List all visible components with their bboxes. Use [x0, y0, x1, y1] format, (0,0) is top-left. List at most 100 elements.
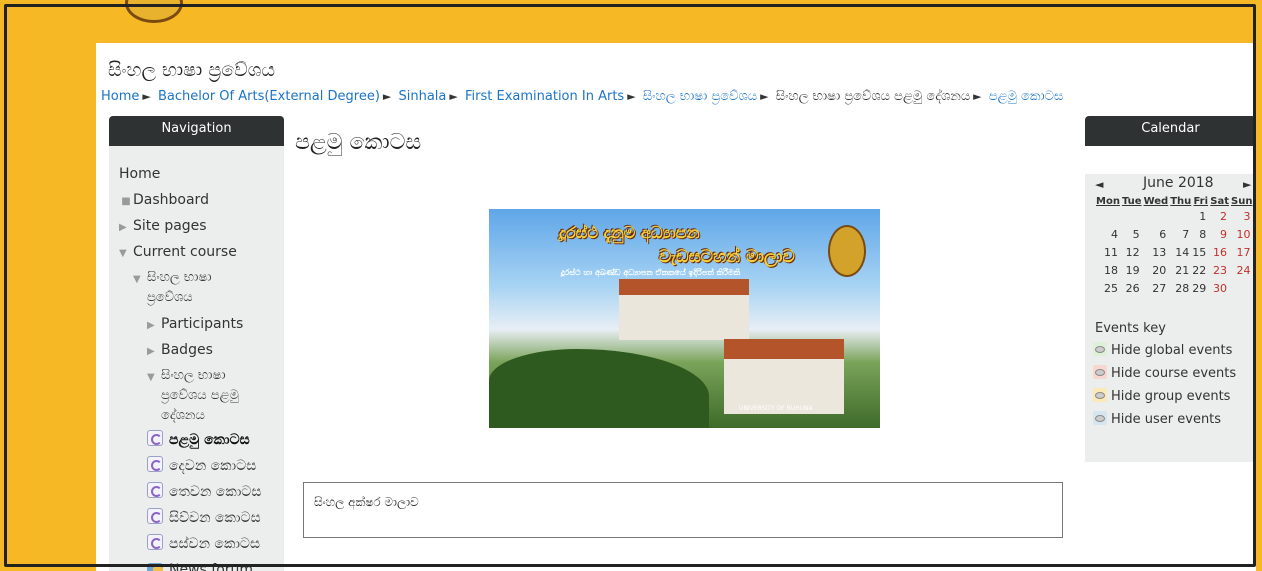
breadcrumb-home[interactable]: Home: [101, 89, 139, 104]
calendar-day: [1121, 207, 1143, 225]
events-key-label: Events key: [1095, 321, 1166, 336]
event-label: Hide user events: [1111, 412, 1222, 427]
calendar-week: 4 5 6 7 8 9 10: [1095, 225, 1253, 243]
eye-icon: [1093, 365, 1107, 379]
calendar-day: [1230, 279, 1253, 297]
calendar-month-label[interactable]: June 2018: [1143, 175, 1214, 191]
calendar-day[interactable]: 5: [1121, 225, 1143, 243]
nav-item-label: පස්වන කොටස: [169, 536, 261, 552]
banner-subtitle: දූරස්ථ හා අඛණ්ඩ අධ්‍යාපන ඒකකයේ ඉදිරිපත් …: [561, 268, 741, 277]
calendar-day[interactable]: 7: [1169, 225, 1192, 243]
calendar-block: Calendar ◄ June 2018 ► Mon Tue Wed Thu Fri Sa…: [1085, 116, 1256, 462]
weekday-header: Thu: [1170, 196, 1192, 207]
weekday-header: Sun: [1231, 196, 1253, 207]
weekday-header: Mon: [1096, 196, 1120, 207]
nav-item-course[interactable]: ▼ සිංහල භාෂා ප්‍රවේශය: [133, 268, 284, 314]
calendar-day[interactable]: 10: [1230, 225, 1253, 243]
university-logo[interactable]: [125, 0, 183, 23]
breadcrumb-separator: ►: [973, 90, 982, 103]
hide-group-events[interactable]: Hide group events: [1093, 387, 1248, 407]
nav-item-label: Site pages: [133, 218, 207, 234]
calendar-day[interactable]: 22: [1192, 261, 1209, 279]
eye-icon: [1093, 342, 1107, 356]
university-emblem: [828, 225, 866, 277]
calendar-day[interactable]: 11: [1095, 243, 1121, 261]
nav-item-label: Badges: [161, 342, 213, 358]
calendar-day[interactable]: 25: [1095, 279, 1121, 297]
nav-item-participants[interactable]: ▶ Participants: [147, 314, 284, 340]
nav-item-label: සිංහල භාෂා ප්‍රවේශය පළමු දේශනය: [161, 368, 239, 423]
calendar-week: 123: [1095, 207, 1253, 225]
collapse-arrow-icon: ▼: [119, 248, 127, 259]
resource-icon: [147, 508, 163, 524]
calendar-day[interactable]: 3: [1230, 207, 1253, 225]
calendar-day[interactable]: 21: [1169, 261, 1192, 279]
resource-icon: [147, 456, 163, 472]
calendar-day[interactable]: 6: [1143, 225, 1170, 243]
calendar-day[interactable]: 16: [1209, 243, 1230, 261]
calendar-day[interactable]: 1: [1192, 207, 1209, 225]
calendar-day[interactable]: 29: [1192, 279, 1209, 297]
calendar-day[interactable]: 30: [1209, 279, 1230, 297]
calendar-body: ◄ June 2018 ► Mon Tue Wed Thu Fri Sat Sun 1234…: [1085, 174, 1256, 462]
nav-item-home[interactable]: Home: [119, 164, 284, 190]
banner-title-line1: දූරස්ථ දැනුම අධ්‍යාපන: [559, 223, 700, 242]
calendar-day[interactable]: 23: [1209, 261, 1230, 279]
calendar-day[interactable]: 26: [1121, 279, 1143, 297]
nav-item-dashboard[interactable]: ■ Dashboard: [119, 190, 284, 216]
calendar-day[interactable]: 2: [1209, 207, 1230, 225]
breadcrumb-bachelor-of-arts[interactable]: Bachelor Of Arts(External Degree): [158, 89, 380, 104]
nav-item-resource-4[interactable]: සිව්වන කොටස: [147, 508, 284, 534]
nav-item-resource-1[interactable]: පළමු කොටස: [147, 430, 284, 456]
calendar-nav: ◄ June 2018 ►: [1085, 174, 1256, 198]
breadcrumb-current[interactable]: පළමු කොටස: [989, 89, 1064, 104]
next-month-icon[interactable]: ►: [1243, 178, 1251, 191]
calendar-day[interactable]: 19: [1121, 261, 1143, 279]
breadcrumb-first-examination[interactable]: First Examination In Arts: [465, 89, 624, 104]
nav-item-resource-3[interactable]: තෙවන කොටස: [147, 482, 284, 508]
nav-item-resource-5[interactable]: පස්වන කොටස: [147, 534, 284, 560]
previous-month-icon[interactable]: ◄: [1095, 178, 1103, 191]
expand-arrow-icon: ▶: [147, 346, 155, 357]
hide-user-events[interactable]: Hide user events: [1093, 410, 1248, 430]
calendar-day[interactable]: 27: [1143, 279, 1170, 297]
calendar-day[interactable]: 17: [1230, 243, 1253, 261]
calendar-day[interactable]: 9: [1209, 225, 1230, 243]
calendar-day[interactable]: 20: [1143, 261, 1170, 279]
nav-item-label: පළමු කොටස: [169, 432, 250, 448]
breadcrumb-separator: ►: [627, 90, 636, 103]
calendar-day[interactable]: 14: [1169, 243, 1192, 261]
banner-caption: UNIVERSITY OF RUHUNA: [739, 405, 813, 412]
nav-item-badges[interactable]: ▶ Badges: [147, 340, 284, 366]
forum-icon: [147, 563, 163, 571]
hide-course-events[interactable]: Hide course events: [1093, 364, 1248, 384]
hide-global-events[interactable]: Hide global events: [1093, 341, 1248, 361]
event-label: Hide global events: [1111, 343, 1233, 358]
navigation-block: Navigation Home ■ Dashboard ▶ Site pages ▼…: [109, 116, 284, 571]
calendar-day[interactable]: 12: [1121, 243, 1143, 261]
calendar-day[interactable]: 28: [1169, 279, 1192, 297]
calendar-day[interactable]: 13: [1143, 243, 1170, 261]
calendar-day[interactable]: 4: [1095, 225, 1121, 243]
nav-item-news-forum[interactable]: News forum: [147, 560, 284, 571]
nav-item-current-course[interactable]: ▼ Current course: [119, 242, 284, 268]
nav-item-site-pages[interactable]: ▶ Site pages: [119, 216, 284, 242]
site-top-bar: [7, 0, 1255, 43]
calendar-day[interactable]: 15: [1192, 243, 1209, 261]
nav-item-section[interactable]: ▼ සිංහල භාෂා ප්‍රවේශය පළමු දේශනය: [147, 366, 284, 430]
calendar-day[interactable]: 8: [1192, 225, 1209, 243]
calendar-week: 18 19 20 21 22 23 24: [1095, 261, 1253, 279]
expand-arrow-icon: ▶: [119, 222, 127, 233]
resource-icon: [147, 482, 163, 498]
banner-building-roof: [619, 279, 749, 295]
nav-item-label: සිව්වන කොටස: [169, 510, 261, 526]
nav-item-resource-2[interactable]: දෙවන කොටස: [147, 456, 284, 482]
breadcrumb-course[interactable]: සිංහල භාෂා ප්‍රවේශය: [643, 89, 757, 104]
navigation-tree: Home ■ Dashboard ▶ Site pages ▼ Current cou…: [109, 146, 284, 571]
nav-item-label: Participants: [161, 316, 244, 332]
calendar-day[interactable]: 24: [1230, 261, 1253, 279]
calendar-day[interactable]: 18: [1095, 261, 1121, 279]
breadcrumb-sinhala[interactable]: Sinhala: [399, 89, 447, 104]
nav-item-label: Current course: [133, 244, 237, 260]
banner-trees: [489, 349, 709, 428]
